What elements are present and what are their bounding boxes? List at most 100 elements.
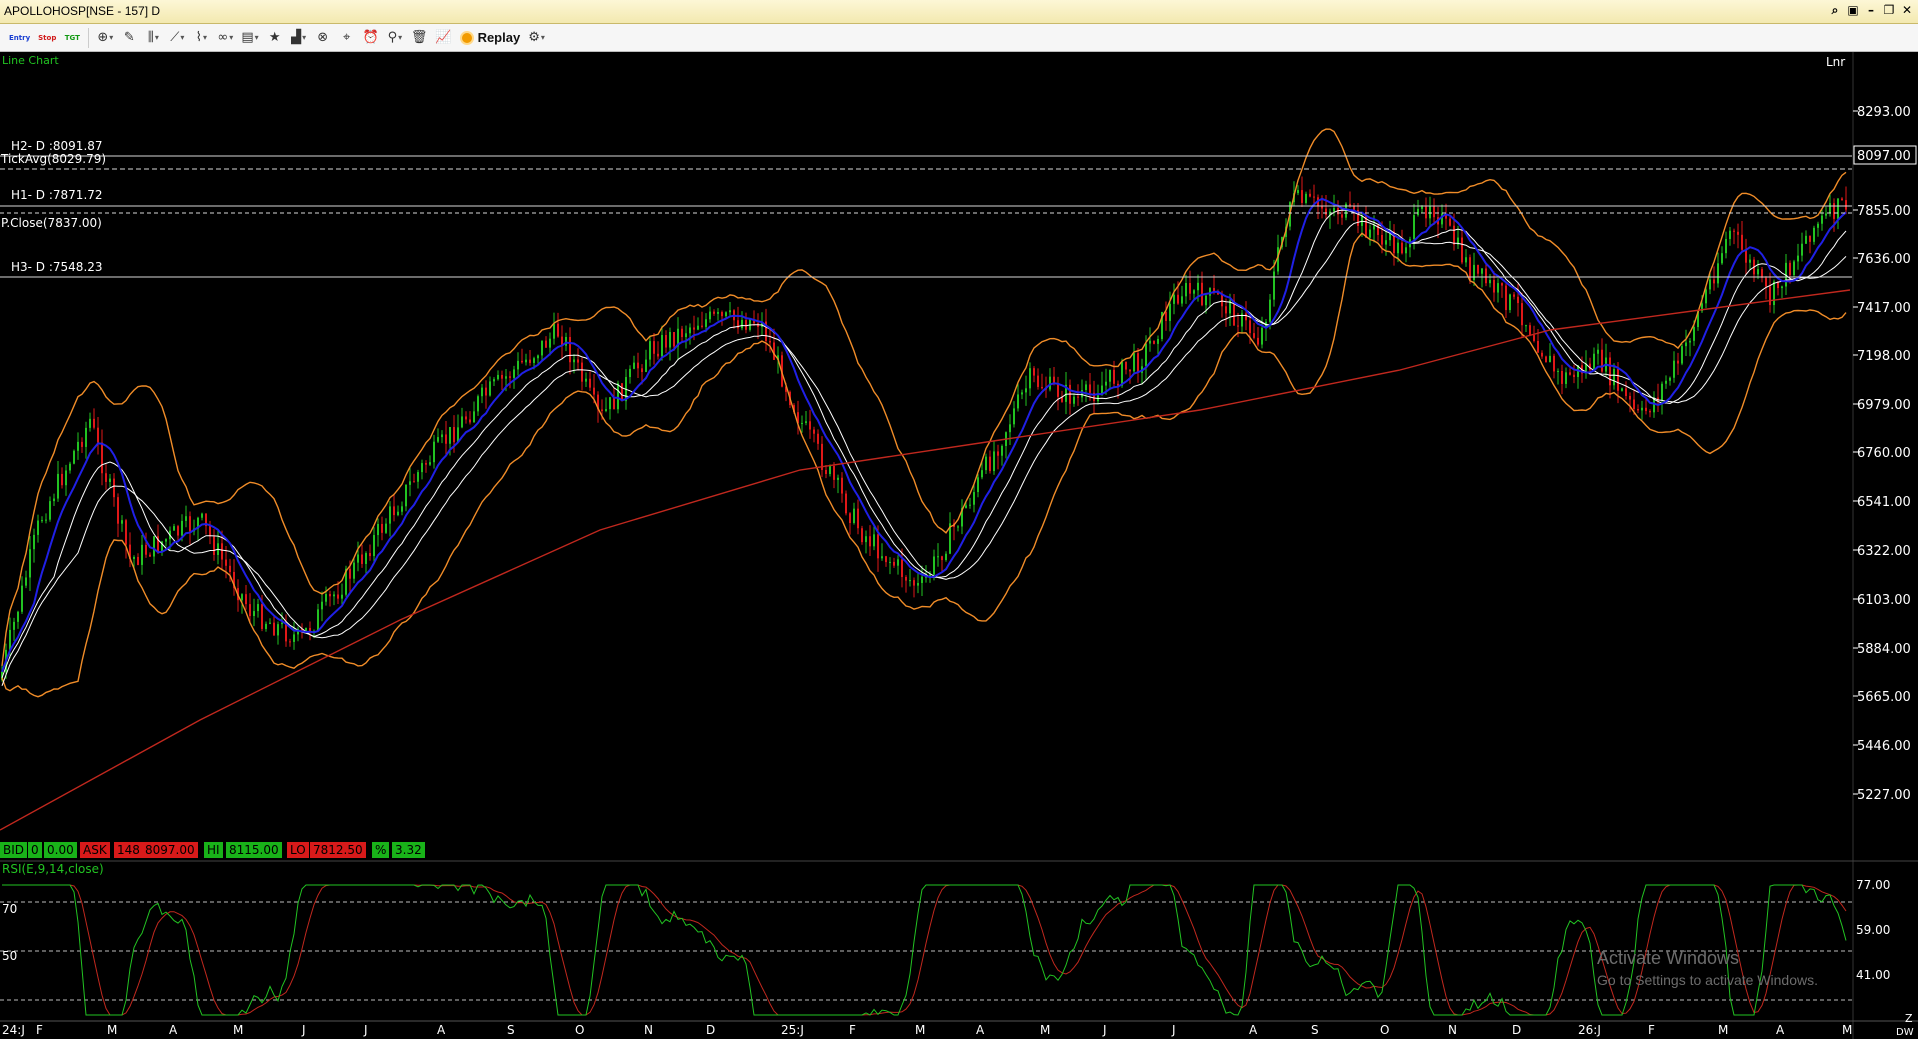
candle-body [1385, 240, 1387, 245]
candle-icon[interactable]: ⫼ ▾ [142, 27, 164, 49]
time-axis-label: D [1512, 1023, 1521, 1037]
price-axis-label: 7198.00 [1857, 349, 1911, 364]
candle-body [681, 328, 683, 338]
candle-body [477, 396, 479, 412]
entry-button[interactable]: Entry [6, 27, 33, 49]
cursor-icon[interactable]: ⊕ ▾ [94, 27, 116, 49]
candle-body [401, 506, 403, 512]
star-icon[interactable]: ★ [264, 27, 286, 49]
candle-body [649, 341, 651, 360]
close-icon[interactable]: ✕ [1900, 3, 1914, 18]
compare-icon[interactable]: ⊗ [312, 27, 334, 49]
candle-body [705, 319, 707, 327]
candle-body [717, 312, 719, 314]
search-window-icon[interactable]: ⌕ [1828, 3, 1842, 18]
candle-body [1845, 200, 1847, 210]
activation-watermark-title: Activate Windows [1597, 948, 1740, 968]
candle-body [889, 561, 891, 563]
indicator-icon[interactable]: ∞ ▾ [214, 27, 236, 49]
candle-body [89, 418, 91, 428]
candle-body [841, 477, 843, 494]
alert-icon[interactable]: ⏰ [360, 27, 382, 49]
window-titlebar: APOLLOHOSP[NSE - 157] D ⌕ ▣ – ❐ ✕ [0, 0, 1918, 24]
candle-body [585, 378, 587, 382]
candle-body [17, 611, 19, 622]
candle-body [685, 333, 687, 338]
candle-body [81, 441, 83, 447]
candle-body [1593, 353, 1595, 370]
candle-body [617, 383, 619, 410]
candle-body [1841, 198, 1843, 201]
candle-body [1565, 372, 1567, 384]
target-button[interactable]: TGT [61, 27, 83, 49]
candle-body [1137, 353, 1139, 373]
candle-body [1649, 411, 1651, 413]
time-axis-label: M [107, 1023, 117, 1037]
corner-z-label[interactable]: Z [1905, 1012, 1913, 1025]
corner-dw-label[interactable]: DW [1896, 1027, 1914, 1038]
pencil-icon[interactable]: ✎ [118, 27, 140, 49]
candle-body [993, 451, 995, 472]
pct-label: % [372, 842, 390, 858]
candle-body [633, 362, 635, 369]
line-tools-icon[interactable]: ⟋ ▾ [166, 27, 188, 49]
study-icon[interactable]: ▟ ▾ [288, 27, 310, 49]
candle-body [1573, 374, 1575, 378]
candle-body [893, 561, 895, 566]
candle-body [1009, 424, 1011, 433]
candle-body [517, 360, 519, 370]
candle-body [909, 580, 911, 582]
candle-body [837, 477, 839, 480]
candle-body [1165, 312, 1167, 321]
candle-body [881, 556, 883, 559]
settings-gear-icon[interactable]: ⚙ ▾ [525, 27, 548, 49]
candle-body [1725, 238, 1727, 254]
candle-body [1685, 342, 1687, 347]
candle-body [1077, 396, 1079, 398]
chart-line-icon[interactable]: 📈 [432, 27, 454, 49]
candle-body [529, 359, 531, 363]
price-axis-label: 6760.00 [1857, 446, 1911, 461]
fib-icon[interactable]: ⌇ ▾ [190, 27, 212, 49]
time-axis-label: 25:J [781, 1023, 804, 1037]
candle-body [921, 576, 923, 584]
candle-body [1001, 445, 1003, 456]
candle-body [865, 536, 867, 543]
candle-body [1189, 283, 1191, 294]
candle-body [1465, 257, 1467, 263]
rsi-axis-41: 41.00 [1856, 968, 1890, 982]
price-axis-label: 6541.00 [1857, 495, 1911, 510]
price-chart[interactable]: Line Chart Lnr H2- D :8091.87 TickAvg(80… [0, 52, 1918, 1039]
candle-body [601, 409, 603, 411]
candle-body [321, 601, 323, 610]
restore-pane-icon[interactable]: ▣ [1846, 3, 1860, 18]
candle-body [69, 463, 71, 471]
candle-body [1693, 327, 1695, 341]
template-icon[interactable]: ▤ ▾ [238, 27, 261, 49]
zoom-icon[interactable]: ⚲ ▾ [384, 27, 406, 49]
candle-body [1301, 190, 1303, 203]
candle-body [1557, 370, 1559, 372]
ask-label: ASK [80, 842, 110, 858]
candle-body [281, 622, 283, 625]
delete-icon[interactable]: 🗑 [408, 27, 431, 49]
scan-icon[interactable]: ⌖ [336, 27, 358, 49]
candle-body [225, 559, 227, 566]
candle-body [1421, 206, 1423, 209]
stop-button[interactable]: Stop [35, 27, 59, 49]
price-axis-label: 7855.00 [1857, 204, 1911, 219]
candle-body [1405, 247, 1407, 254]
scale-mode-label[interactable]: Lnr [1826, 55, 1845, 69]
current-price-label: 8097.00 [1857, 149, 1911, 164]
replay-button[interactable]: Replay [457, 27, 524, 49]
candle-body [1037, 375, 1039, 387]
candle-body [913, 580, 915, 586]
candle-body [33, 534, 35, 550]
candle-body [329, 594, 331, 597]
candle-body [1109, 369, 1111, 382]
rsi-indicator-label[interactable]: RSI(E,9,14,close) [2, 862, 104, 876]
minimize-icon[interactable]: – [1864, 3, 1878, 18]
candle-body [273, 622, 275, 636]
maximize-icon[interactable]: ❐ [1882, 3, 1896, 18]
candle-body [1453, 225, 1455, 245]
